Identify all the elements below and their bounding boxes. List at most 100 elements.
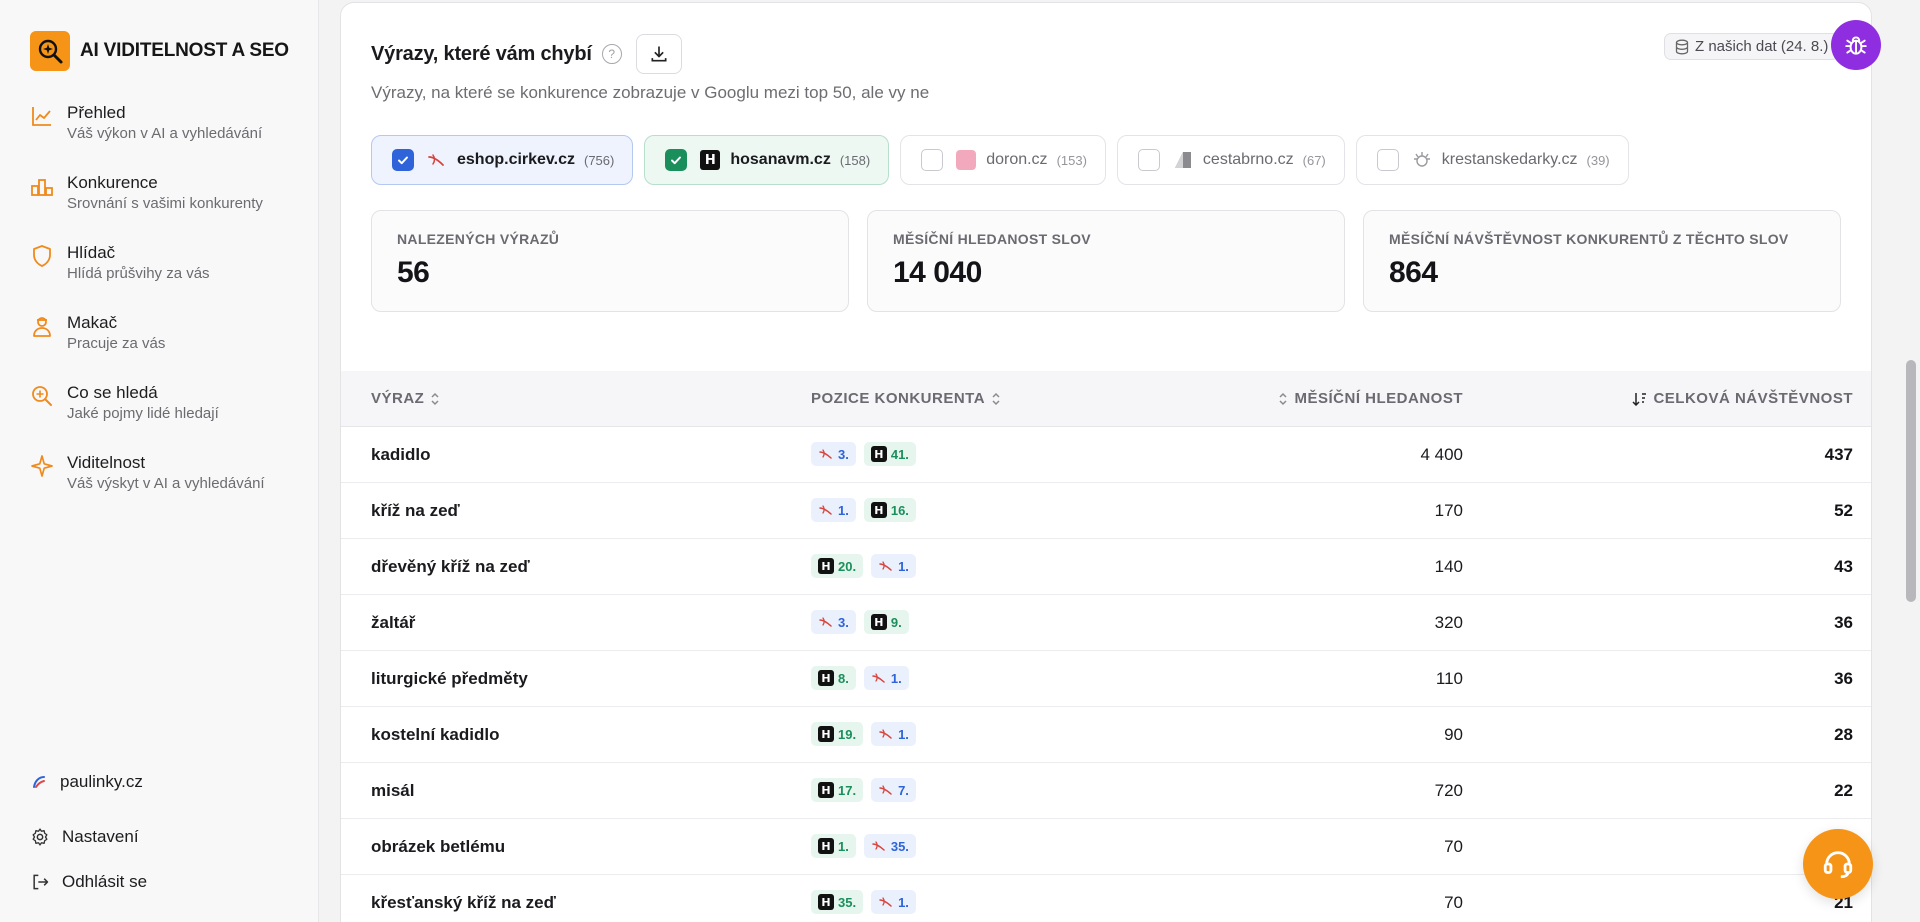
checkbox-checked[interactable] [665, 149, 688, 171]
position-badge-hosanavm: H 41. [863, 442, 916, 466]
position-cell: H 8. 1. [811, 666, 909, 690]
sidebar-item-title: Hlídač [67, 243, 116, 262]
position-cell: 3. H 9. [811, 610, 909, 634]
sidebar-item-subtitle: Váš výkon v AI a vyhledávání [67, 125, 263, 142]
phrase-cell: liturgické předměty [371, 669, 528, 688]
total-visits-cell: 437 [1824, 445, 1853, 464]
site-logo-icon [33, 776, 45, 788]
card-header: Výrazy, které vám chybí ? [371, 34, 682, 74]
checkbox-unchecked[interactable] [921, 149, 944, 171]
competitor-chip-eshop[interactable]: eshop.cirkev.cz (756) [371, 135, 634, 185]
stat-value: 14 040 [893, 256, 982, 289]
position-badge-hosanavm: H 8. [811, 666, 856, 690]
table-row[interactable]: obrázek betlému H 1. 35. 70 [341, 819, 1871, 875]
worker-icon [33, 317, 51, 337]
position-value: 20. [838, 558, 857, 574]
position-badge-hosanavm: H 16. [863, 498, 916, 522]
shield-icon [33, 245, 51, 267]
position-value: 7. [898, 782, 909, 798]
sidebar-item-prehled[interactable]: Přehled Váš výkon v AI a vyhledávání [30, 102, 262, 144]
sidebar-item-konkurence[interactable]: Konkurence Srovnání s vašimi konkurenty [30, 172, 263, 214]
phrase-cell: žaltář [371, 613, 416, 632]
download-button[interactable] [635, 34, 682, 74]
table-row[interactable]: kříž na zeď 1. H 16. 170 52 [341, 483, 1871, 539]
eshop-logo-icon [818, 446, 834, 462]
support-chat-button[interactable] [1803, 829, 1873, 899]
phrase-cell: křesťanský kříž na zeď [371, 893, 556, 912]
sidebar-item-title: Konkurence [67, 173, 158, 192]
position-value: 1. [838, 502, 849, 518]
competitor-chip-doron[interactable]: doron.cz (153) [900, 135, 1106, 185]
settings-label: Nastavení [62, 827, 139, 846]
competitor-name: eshop.cirkev.cz [457, 151, 575, 168]
hosanavm-logo-icon: H [818, 558, 834, 574]
stat-label: Nalezených výrazů [397, 231, 560, 247]
sidebar-item-viditelnost[interactable]: Viditelnost Váš výskyt v AI a vyhledávání [30, 452, 265, 494]
sparkle-icon [31, 455, 53, 477]
position-badge-eshop: 7. [871, 778, 916, 802]
missing-keywords-card: Výrazy, které vám chybí ? Výrazy, na kte… [340, 2, 1872, 922]
competitor-chip-cestabrno[interactable]: cestabrno.cz (67) [1116, 135, 1345, 185]
table-row[interactable]: žaltář 3. H 9. 320 36 [341, 595, 1871, 651]
position-badge-eshop: 1. [811, 498, 856, 522]
competitor-chip-krestanskedarky[interactable]: krestanskedarky.cz (39) [1355, 135, 1629, 185]
position-badge-hosanavm: H 20. [811, 554, 864, 578]
table-row[interactable]: křesťanský kříž na zeď H 35. 1. 70 21 [341, 875, 1871, 922]
hosanavm-logo-icon: H [818, 894, 834, 910]
table-row[interactable]: kadidlo 3. H 41. 4 400 437 [341, 427, 1871, 483]
sidebar-item-co-se-hleda[interactable]: Co se hledá Jaké pojmy lidé hledají [30, 382, 219, 424]
position-value: 1. [898, 726, 909, 742]
scrollbar-thumb[interactable] [1906, 360, 1916, 602]
phrase-cell: obrázek betlému [371, 837, 506, 856]
gear-icon [32, 828, 48, 846]
column-header-phrase[interactable]: VÝRAZ [371, 390, 446, 407]
checkbox-checked[interactable] [392, 149, 414, 171]
checkbox-unchecked[interactable] [1376, 149, 1399, 171]
settings-link[interactable]: Nastavení [30, 827, 139, 847]
sidebar-item-makac[interactable]: Makač Pracuje za vás [30, 312, 165, 354]
column-header-search[interactable]: MĚSÍČNÍ HLEDANOST [1272, 390, 1463, 407]
stat-value: 56 [397, 256, 430, 289]
position-cell: H 1. 35. [811, 834, 916, 858]
monthly-search-cell: 320 [1434, 613, 1463, 632]
table-row[interactable]: kostelní kadidlo H 19. 1. 90 28 [341, 707, 1871, 763]
table-row[interactable]: dřevěný kříž na zeď H 20. 1. 140 43 [341, 539, 1871, 595]
data-source-label: Z našich dat (24. 8.) [1695, 38, 1829, 55]
competitor-chip-hosanavm[interactable]: H hosanavm.cz (158) [644, 135, 890, 185]
eshop-logo-icon [878, 558, 894, 574]
sidebar-item-subtitle: Váš výskyt v AI a vyhledávání [67, 475, 265, 492]
site-switcher[interactable]: paulinky.cz [30, 772, 143, 792]
position-value: 3. [838, 614, 849, 630]
sidebar-item-hlidac[interactable]: Hlídač Hlídá průšvihy za vás [30, 242, 210, 284]
competitor-name: hosanavm.cz [730, 151, 831, 168]
brand-logo-icon [30, 31, 70, 71]
stat-label: Měsíční hledanost slov [893, 231, 1091, 247]
help-icon[interactable]: ? [601, 44, 622, 64]
position-value: 3. [838, 446, 849, 462]
position-badge-hosanavm: H 35. [811, 890, 864, 914]
phrase-cell: dřevěný kříž na zeď [371, 557, 530, 576]
sidebar-item-subtitle: Jaké pojmy lidé hledají [67, 405, 219, 422]
stat-value: 864 [1389, 256, 1438, 289]
scrollbar[interactable] [1902, 0, 1920, 922]
hosanavm-logo-icon: H [699, 149, 721, 171]
bug-icon [1845, 36, 1867, 55]
table-row[interactable]: liturgické předměty H 8. 1. 110 36 [341, 651, 1871, 707]
total-visits-cell: 28 [1834, 725, 1853, 744]
sort-icon [992, 392, 1000, 405]
brand[interactable]: AI VIDITELNOST A SEO [30, 31, 289, 71]
stat-found-phrases: Nalezených výrazů 56 [371, 210, 849, 312]
table-row[interactable]: misál H 17. 7. 720 22 [341, 763, 1871, 819]
stat-label: Měsíční návštěvnost konkurentů z těchto … [1389, 231, 1789, 247]
stat-monthly-visits: Měsíční návštěvnost konkurentů z těchto … [1363, 210, 1841, 312]
report-bug-button[interactable] [1831, 20, 1881, 70]
column-header-visits[interactable]: CELKOVÁ NÁVŠTĚVNOST [1627, 390, 1853, 407]
logout-link[interactable]: Odhlásit se [30, 872, 147, 892]
competitor-count: (39) [1586, 152, 1610, 168]
monthly-search-cell: 720 [1434, 781, 1463, 800]
position-value: 1. [898, 558, 909, 574]
checkbox-unchecked[interactable] [1137, 149, 1160, 171]
column-header-position[interactable]: POZICE KONKURENTA [811, 390, 1007, 407]
total-visits-cell: 52 [1834, 501, 1853, 520]
hosanavm-logo-icon: H [870, 502, 887, 518]
